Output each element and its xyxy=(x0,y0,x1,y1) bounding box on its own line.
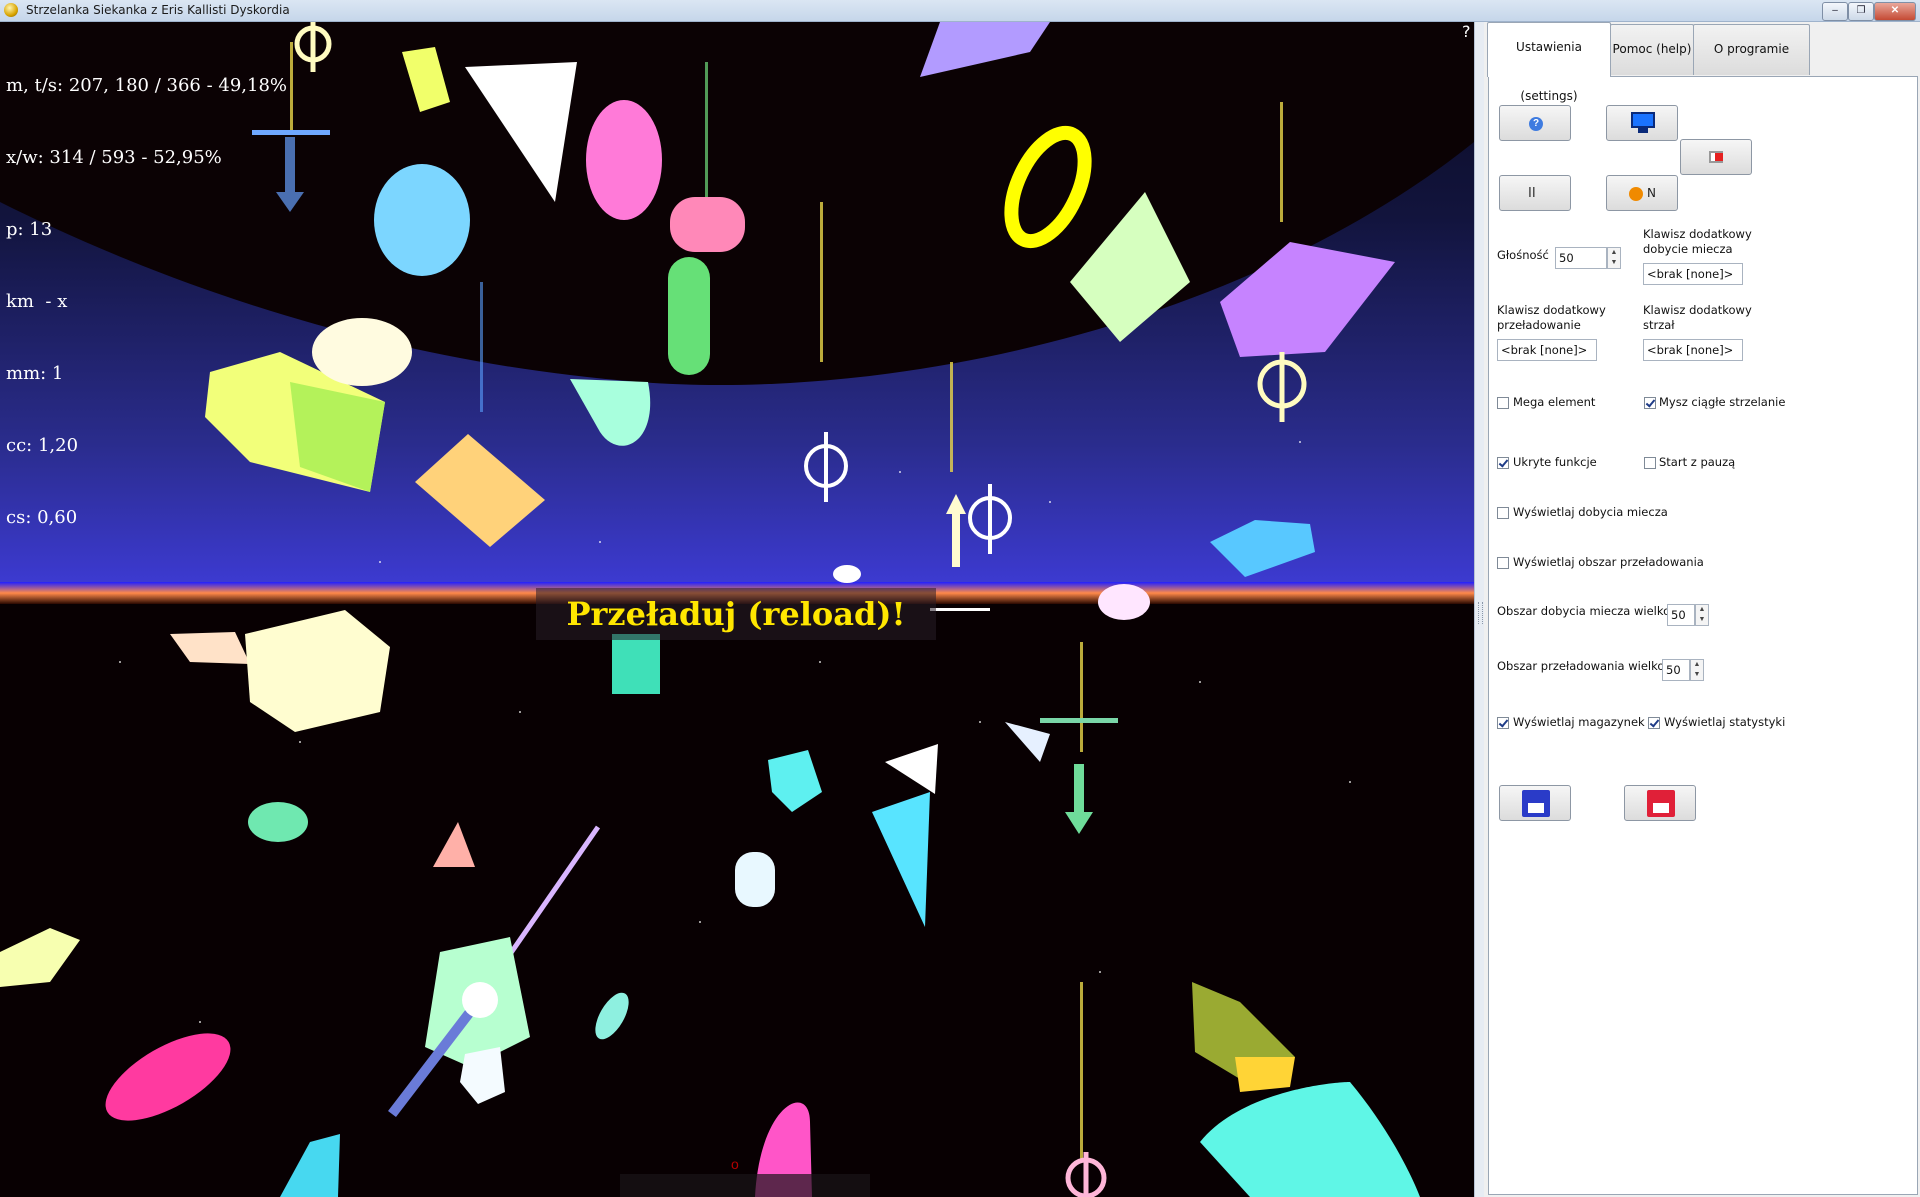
minimize-button[interactable]: – xyxy=(1822,2,1848,21)
show-reload-area-checkbox[interactable] xyxy=(1497,557,1509,569)
stats-line-mm: mm: 1 xyxy=(6,363,64,384)
volume-input[interactable]: 50 xyxy=(1555,247,1607,269)
sword-area-down-icon[interactable]: ▼ xyxy=(1696,615,1708,625)
stats-line-misses: m, t/s: 207, 180 / 366 - 49,18% xyxy=(6,75,288,96)
save-as-button[interactable] xyxy=(1624,785,1696,821)
tab-settings[interactable]: Ustawienia (settings) xyxy=(1487,22,1611,103)
show-sword-draw-label: Wyświetlaj dobycia miecza xyxy=(1513,505,1668,519)
sword-area-up-icon[interactable]: ▲ xyxy=(1696,605,1708,615)
splitter-grip[interactable] xyxy=(1478,602,1483,624)
hidden-functions-label: Ukryte funkcje xyxy=(1513,455,1597,469)
stats-line-p: p: 13 xyxy=(6,219,53,240)
reload-area-up-icon[interactable]: ▲ xyxy=(1691,660,1703,670)
pause-icon: II xyxy=(1528,186,1536,201)
tab-about[interactable]: O programie (about) xyxy=(1693,24,1810,105)
stats-line-km: km - x xyxy=(6,291,68,312)
volume-down-icon[interactable]: ▼ xyxy=(1608,258,1620,268)
fullscreen-button[interactable] xyxy=(1606,105,1678,141)
tab-help[interactable]: Pomoc (help) xyxy=(1610,24,1694,75)
reload-area-down-icon[interactable]: ▼ xyxy=(1691,670,1703,680)
stats-line-cs: cs: 0,60 xyxy=(6,507,78,528)
sword-key-input[interactable]: <brak [none]> xyxy=(1643,263,1743,285)
info-icon xyxy=(1629,187,1643,201)
help-question-mark[interactable]: ? xyxy=(1462,22,1471,41)
maximize-button[interactable]: ❐ xyxy=(1848,2,1874,21)
exit-button[interactable] xyxy=(1680,139,1752,175)
stats-line-cc: cc: 1,20 xyxy=(6,435,79,456)
sword-area-spinner[interactable]: ▲ ▼ xyxy=(1695,604,1709,626)
exit-arrow-icon xyxy=(1715,153,1723,161)
volume-spinner[interactable]: ▲ ▼ xyxy=(1607,247,1621,269)
sword-area-label: Obszar dobycia miecza wielkość xyxy=(1497,604,1683,618)
mega-element-checkbox[interactable] xyxy=(1497,397,1509,409)
show-stats-label: Wyświetlaj statystyki xyxy=(1664,715,1786,729)
show-stats-checkbox[interactable] xyxy=(1648,717,1660,729)
stats-line-hits: x/w: 314 / 593 - 52,95% xyxy=(6,147,222,168)
mouse-continuous-label: Mysz ciągłe strzelanie xyxy=(1659,395,1786,409)
sword-area-input[interactable]: 50 xyxy=(1667,604,1695,626)
title-bar: Strzelanka Siekanka z Eris Kallisti Dysk… xyxy=(0,0,1920,22)
shot-key-input[interactable]: <brak [none]> xyxy=(1643,339,1743,361)
show-magazine-checkbox[interactable] xyxy=(1497,717,1509,729)
start-paused-label: Start z pauzą xyxy=(1659,455,1736,469)
app-icon xyxy=(4,3,18,17)
show-reload-area-label: Wyświetlaj obszar przeładowania xyxy=(1513,555,1704,569)
shot-key-label: Klawisz dodatkowy strzał xyxy=(1643,303,1752,332)
volume-up-icon[interactable]: ▲ xyxy=(1608,248,1620,258)
start-paused-checkbox[interactable] xyxy=(1644,457,1656,469)
reload-key-label: Klawisz dodatkowy przeładowanie xyxy=(1497,303,1606,332)
magazine-indicator: o xyxy=(731,1156,739,1172)
settings-page: ? II N Głośność 50 ▲ ▼ Klawisz dodatkowy … xyxy=(1488,76,1918,1195)
reload-area-input[interactable]: 50 xyxy=(1662,659,1690,681)
info-button-label: N xyxy=(1647,186,1656,200)
monitor-icon xyxy=(1631,112,1655,128)
save-icon-label-area xyxy=(1528,803,1544,813)
monitor-stand-icon xyxy=(1638,128,1648,133)
pause-button[interactable]: II xyxy=(1499,175,1571,211)
reload-area-label: Obszar przeładowania wielkość xyxy=(1497,659,1677,673)
game-viewport[interactable]: m, t/s: 207, 180 / 366 - 49,18% x/w: 314… xyxy=(0,22,1474,1197)
save-red-icon-label-area xyxy=(1653,803,1669,813)
sword-key-label: Klawisz dodatkowy dobycie miecza xyxy=(1643,227,1752,256)
close-button[interactable]: ✕ xyxy=(1874,2,1916,21)
volume-label: Głośność xyxy=(1497,248,1549,262)
reload-key-input[interactable]: <brak [none]> xyxy=(1497,339,1597,361)
hidden-functions-checkbox[interactable] xyxy=(1497,457,1509,469)
reload-message: Przeładuj (reload)! xyxy=(536,588,936,640)
show-magazine-label: Wyświetlaj magazynek xyxy=(1513,715,1645,729)
show-sword-draw-checkbox[interactable] xyxy=(1497,507,1509,519)
settings-panel: Ustawienia (settings) Pomoc (help) O pro… xyxy=(1484,22,1920,1197)
info-button[interactable]: N xyxy=(1606,175,1678,211)
reload-area-spinner[interactable]: ▲ ▼ xyxy=(1690,659,1704,681)
mega-element-label: Mega element xyxy=(1513,395,1596,409)
window-title: Strzelanka Siekanka z Eris Kallisti Dysk… xyxy=(26,3,290,17)
stats-overlay: m, t/s: 207, 180 / 366 - 49,18% x/w: 314… xyxy=(6,26,287,578)
save-button[interactable] xyxy=(1499,785,1571,821)
mouse-continuous-checkbox[interactable] xyxy=(1644,397,1656,409)
